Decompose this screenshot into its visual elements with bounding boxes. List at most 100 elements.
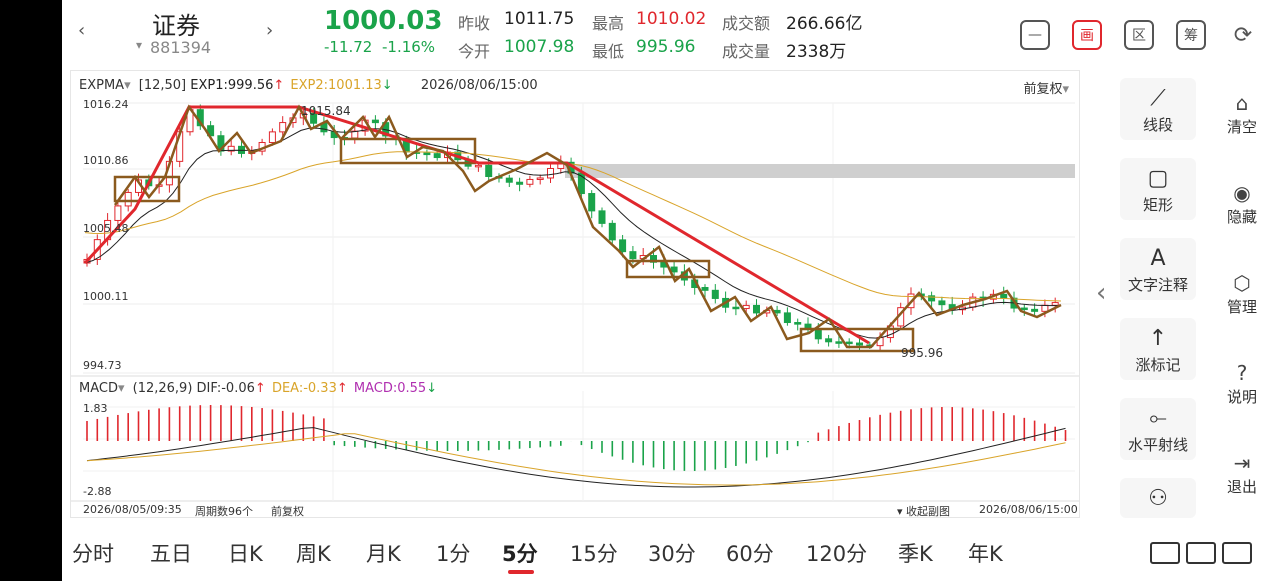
candle — [814, 328, 822, 340]
sub-indicator-legend[interactable]: MACD▾ (12,26,9) DIF:-0.06↑ DEA:-0.33↑ MA… — [79, 381, 437, 396]
tool-text[interactable]: A 文字注释 — [1120, 238, 1196, 300]
tool-label: 线段 — [1142, 116, 1173, 134]
active-tab-underline — [508, 570, 534, 574]
hide-button[interactable]: ◉ 隐藏 — [1212, 180, 1272, 227]
exp2-arrow: ↓ — [381, 78, 393, 93]
candle — [516, 181, 524, 185]
tab-period[interactable]: 120分 — [806, 538, 867, 568]
price-change-pct: -1.16% — [382, 38, 436, 56]
exit-icon: ⇥ — [1233, 451, 1251, 475]
stock-code: 881394 — [150, 38, 212, 57]
rectangle-icon: ▢ — [1147, 166, 1169, 191]
tab-period[interactable]: 分时 — [72, 538, 114, 568]
amount-label: 成交额 — [722, 14, 771, 33]
price-change: -11.72 — [324, 38, 373, 56]
candle — [825, 338, 833, 343]
macd-arrow: ↓ — [426, 381, 438, 396]
interval-icon[interactable]: 区 — [1124, 20, 1154, 50]
volume-label: 成交量 — [722, 42, 771, 61]
draw-icon[interactable]: 画 — [1072, 20, 1102, 50]
chips-icon[interactable]: 筹 — [1176, 20, 1206, 50]
candle — [423, 152, 431, 156]
tab-period[interactable]: 周K — [296, 538, 331, 568]
candle — [835, 341, 843, 344]
high-label: 最高 — [592, 14, 625, 33]
tab-period[interactable]: 年K — [968, 538, 1003, 568]
tab-period[interactable]: 60分 — [726, 538, 774, 568]
collapse-panel-icon[interactable]: ‹ — [1096, 278, 1106, 308]
clear-button[interactable]: ⌂ 清空 — [1212, 90, 1272, 137]
tool-label: 水平射线 — [1127, 436, 1188, 454]
candle — [794, 322, 802, 325]
adjust-dropdown-icon[interactable]: ▾ — [1062, 82, 1069, 97]
kline-chart[interactable] — [71, 71, 1079, 517]
tool-ray[interactable]: ⟜ 水平射线 — [1120, 398, 1196, 460]
zone-band[interactable] — [565, 164, 1075, 178]
candle — [1031, 308, 1039, 312]
candle — [608, 222, 616, 241]
prev-close-label: 昨收 — [458, 14, 491, 33]
tab-period[interactable]: 1分 — [436, 538, 470, 568]
manage-button[interactable]: ⬡ 管理 — [1212, 270, 1272, 317]
candle — [701, 287, 709, 291]
exit-button[interactable]: ⇥ 退出 — [1212, 450, 1272, 497]
macd-value: MACD:0.55 — [353, 381, 427, 396]
cursor-time: 2026/08/06/15:00 — [420, 78, 538, 93]
tool-segment[interactable]: ⟋ 线段 — [1120, 78, 1196, 140]
y-label-4: 1000.11 — [83, 290, 129, 303]
rotate-icon[interactable]: ⟳ — [1228, 20, 1258, 50]
candle — [505, 177, 513, 183]
start-time: 2026/08/05/09:35 — [83, 503, 182, 516]
candle — [753, 304, 760, 314]
dea-line — [86, 433, 1066, 486]
minimize-icon[interactable]: — — [1020, 20, 1050, 50]
next-stock-icon[interactable]: › — [266, 20, 273, 41]
trend-line[interactable] — [83, 105, 870, 345]
end-time: 2026/08/06/15:00 — [979, 503, 1078, 516]
help-button[interactable]: ? 说明 — [1212, 360, 1272, 407]
macd-dropdown-icon[interactable]: ▾ — [118, 381, 125, 396]
macd-name[interactable]: MACD — [79, 381, 118, 396]
candle — [670, 266, 678, 273]
tool-label: 文字注释 — [1127, 276, 1188, 294]
code-dropdown-icon[interactable]: ▾ — [136, 38, 142, 52]
tool-up-mark[interactable]: ↑ 涨标记 — [1120, 318, 1196, 380]
zigzag-line[interactable] — [113, 104, 1062, 349]
collapse-subchart-button[interactable]: ▾ 收起副图 — [897, 503, 950, 519]
candle — [1051, 302, 1059, 306]
adjust-label[interactable]: 前复权 — [1023, 82, 1062, 97]
exp2-value: EXP2:1001.13 — [290, 78, 382, 93]
candle — [114, 205, 122, 221]
tab-period[interactable]: 日K — [228, 538, 263, 568]
exit-label: 退出 — [1226, 478, 1257, 496]
prev-close-value: 1011.75 — [504, 9, 575, 29]
clear-icon: ⌂ — [1235, 91, 1249, 115]
stock-name: 证券 — [152, 12, 200, 40]
candle — [268, 131, 276, 144]
tab-period-active[interactable]: 5分 — [502, 538, 538, 568]
current-price: 1000.03 — [324, 6, 443, 36]
candle — [547, 167, 554, 179]
chart-area[interactable]: EXPMA▾ [12,50] EXP1:999.56↑ EXP2:1001.13… — [70, 70, 1080, 518]
tab-period[interactable]: 季K — [898, 538, 933, 568]
adjust-selector[interactable]: 前复权▾ — [1023, 78, 1069, 97]
tool-label: 涨标记 — [1135, 356, 1181, 374]
candle — [1000, 293, 1008, 299]
candle — [433, 153, 441, 159]
tab-period[interactable]: 月K — [366, 538, 401, 568]
prev-stock-icon[interactable]: ‹ — [78, 20, 85, 41]
layout-icon[interactable] — [1150, 540, 1262, 566]
ray-icon: ⟜ — [1149, 406, 1167, 431]
tab-period[interactable]: 15分 — [570, 538, 618, 568]
low-value: 995.96 — [636, 37, 696, 57]
candle — [536, 177, 544, 180]
tab-period[interactable]: 五日 — [150, 538, 192, 568]
dropdown-icon[interactable]: ▾ — [124, 78, 131, 93]
tool-rectangle[interactable]: ▢ 矩形 — [1120, 158, 1196, 220]
tool-more[interactable]: ⚇ — [1120, 478, 1196, 518]
candle — [279, 122, 287, 133]
tab-period[interactable]: 30分 — [648, 538, 696, 568]
expma-name[interactable]: EXPMA — [79, 78, 124, 93]
period-count: 周期数96个 — [195, 505, 253, 518]
main-indicator-legend[interactable]: EXPMA▾ [12,50] EXP1:999.56↑ EXP2:1001.13… — [79, 78, 538, 93]
